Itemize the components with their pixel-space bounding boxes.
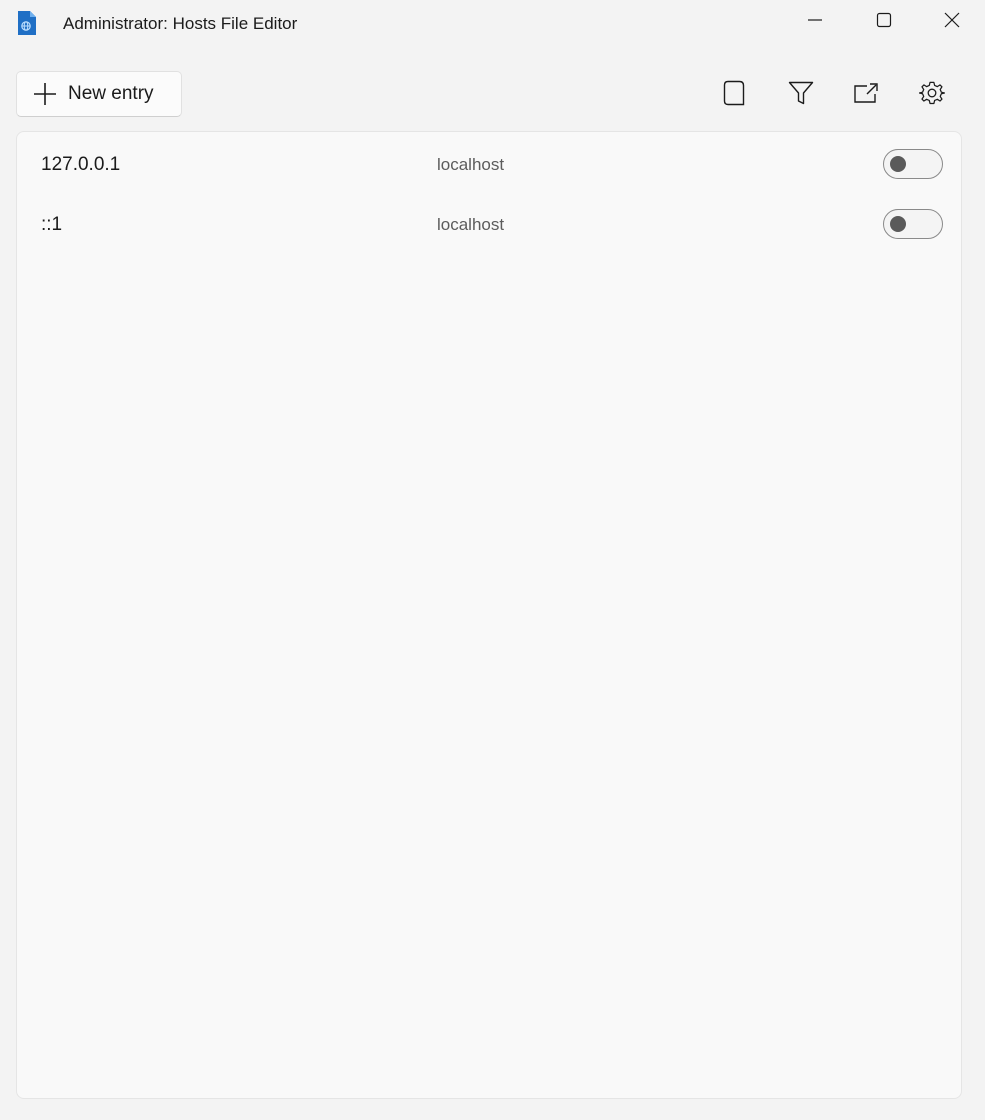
additional-lines-button[interactable] <box>712 74 756 116</box>
entry-active-toggle[interactable] <box>883 149 943 179</box>
minimize-button[interactable] <box>782 0 848 44</box>
filter-icon <box>788 81 814 110</box>
entry-address: 127.0.0.1 <box>41 154 121 175</box>
hosts-entries-list: 127.0.0.1 localhost ::1 localhost <box>16 131 962 1099</box>
maximize-button[interactable] <box>851 0 917 44</box>
entry-active-toggle[interactable] <box>883 209 943 239</box>
new-entry-button[interactable]: New entry <box>16 71 182 117</box>
document-icon <box>723 80 745 111</box>
toggle-knob <box>890 216 906 232</box>
maximize-icon <box>876 12 892 33</box>
filter-button[interactable] <box>779 74 823 116</box>
list-item[interactable]: ::1 localhost <box>17 194 961 254</box>
open-hosts-file-button[interactable] <box>844 74 888 116</box>
minimize-icon <box>807 12 823 33</box>
gear-icon <box>918 80 946 111</box>
list-item[interactable]: 127.0.0.1 localhost <box>17 134 961 194</box>
title-bar: Administrator: Hosts File Editor <box>0 0 985 46</box>
settings-button[interactable] <box>910 74 954 116</box>
open-external-icon <box>853 82 879 109</box>
entry-hosts: localhost <box>437 215 505 234</box>
toggle-knob <box>890 156 906 172</box>
window-title: Administrator: Hosts File Editor <box>63 14 298 33</box>
hosts-file-editor-icon <box>17 11 37 35</box>
entry-address: ::1 <box>41 214 63 235</box>
close-icon <box>944 12 960 33</box>
close-button[interactable] <box>919 0 985 44</box>
entry-hosts: localhost <box>437 155 505 174</box>
new-entry-label: New entry <box>68 83 154 104</box>
hosts-file-editor-window: Administrator: Hosts File Editor New ent… <box>0 0 985 1120</box>
plus-icon <box>32 81 58 107</box>
